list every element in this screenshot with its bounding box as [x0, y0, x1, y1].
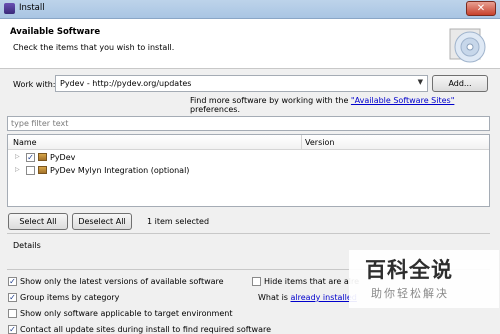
watermark: 百科全说 助你轻松解决: [349, 250, 499, 308]
expand-arrow-icon[interactable]: ▷: [15, 166, 20, 173]
wizard-header: Available Software Check the items that …: [0, 19, 500, 69]
hide-installed-checkbox[interactable]: [252, 277, 261, 286]
what-is-installed-text: What is already installed: [258, 293, 357, 302]
column-version[interactable]: Version: [305, 138, 334, 147]
work-with-value: Pydev - http://pydev.org/updates: [60, 79, 192, 88]
group-by-category-checkbox[interactable]: ✓: [8, 293, 17, 302]
latest-versions-checkbox[interactable]: ✓: [8, 277, 17, 286]
contact-sites-label: Contact all update sites during install …: [20, 325, 272, 334]
install-disc-icon: [449, 28, 486, 63]
find-more-text: Find more software by working with the "…: [190, 96, 455, 114]
available-sites-link[interactable]: "Available Software Sites": [351, 96, 454, 105]
eclipse-icon: [4, 3, 15, 14]
group-by-category-label: Group items by category: [20, 293, 120, 302]
watermark-title: 百科全说: [365, 258, 453, 282]
row-checkbox[interactable]: ✓: [26, 153, 35, 162]
latest-versions-label: Show only the latest versions of availab…: [20, 277, 224, 286]
window-title: Install: [19, 3, 45, 13]
applicable-only-checkbox[interactable]: [8, 309, 17, 318]
table-row[interactable]: ▷ ✓ PyDev: [8, 151, 489, 164]
table-row[interactable]: ▷ PyDev Mylyn Integration (optional): [8, 164, 489, 177]
expand-arrow-icon[interactable]: ▷: [15, 153, 20, 160]
applicable-only-label: Show only software applicable to target …: [20, 309, 233, 318]
row-name: PyDev Mylyn Integration (optional): [50, 166, 190, 175]
software-table: Name Version ▷ ✓ PyDev ▷ PyDev Mylyn Int…: [7, 134, 490, 207]
hide-installed-label: Hide items that are alre: [264, 277, 359, 286]
work-with-label: Work with:: [13, 80, 56, 89]
row-name: PyDev: [50, 153, 76, 162]
contact-sites-checkbox[interactable]: ✓: [8, 325, 17, 334]
feature-group-icon: [38, 166, 47, 174]
filter-input[interactable]: type filter text: [7, 116, 490, 131]
select-all-button[interactable]: Select All: [8, 213, 68, 230]
chevron-down-icon[interactable]: ▼: [418, 78, 423, 86]
row-checkbox[interactable]: [26, 166, 35, 175]
close-button[interactable]: ✕: [466, 1, 496, 16]
work-with-combo[interactable]: Pydev - http://pydev.org/updates ▼: [55, 75, 428, 92]
page-title: Available Software: [10, 27, 101, 37]
page-subtitle: Check the items that you wish to install…: [13, 43, 175, 52]
feature-group-icon: [38, 153, 47, 161]
already-installed-link[interactable]: already installed: [291, 293, 357, 302]
selection-count: 1 item selected: [147, 217, 210, 226]
watermark-subtitle: 助你轻松解决: [371, 287, 449, 300]
divider: [7, 233, 490, 234]
column-name[interactable]: Name: [13, 138, 37, 147]
table-header: Name Version: [8, 135, 489, 150]
details-label: Details: [13, 241, 41, 250]
deselect-all-button[interactable]: Deselect All: [72, 213, 132, 230]
title-bar: Install ✕: [0, 0, 500, 19]
add-site-button[interactable]: Add...: [432, 75, 488, 92]
